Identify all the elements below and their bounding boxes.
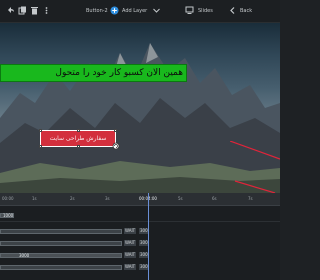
playhead[interactable] — [148, 193, 149, 280]
layer-name[interactable]: Button-2 — [86, 8, 108, 14]
timeline-clip[interactable] — [0, 241, 122, 246]
duplicate-icon[interactable] — [18, 6, 27, 15]
slide-canvas[interactable]: همین الان کسبو کار خود را متحول سفارش طر… — [0, 23, 280, 193]
slides-button[interactable]: Slides — [198, 8, 213, 14]
headline-text: همین الان کسبو کار خود را متحول — [55, 68, 183, 78]
ruler-tick: 3s — [105, 196, 110, 201]
timeline-clip[interactable] — [0, 265, 122, 270]
ruler-tick: 5s — [178, 196, 183, 201]
timeline-clip[interactable]: 3000 — [0, 253, 122, 258]
timeline-ruler[interactable]: 00:00 1s 2s 3s 00:04:00 5s 6s 7s — [0, 193, 280, 206]
back-arrow-icon[interactable] — [228, 6, 237, 15]
resize-handle[interactable] — [114, 129, 117, 132]
headline-banner[interactable]: همین الان کسبو کار خود را متحول — [0, 64, 187, 82]
slides-icon[interactable] — [185, 6, 194, 15]
back-button[interactable]: Back — [240, 8, 252, 14]
chevron-down-icon[interactable] — [152, 6, 161, 15]
timeline-panel: 00:00 1s 2s 3s 00:04:00 5s 6s 7s 1000 WA… — [0, 193, 280, 280]
delete-icon[interactable] — [30, 6, 39, 15]
ruler-tick: 2s — [70, 196, 75, 201]
wait-tag[interactable]: WAIT — [124, 240, 137, 246]
resize-handle[interactable] — [77, 145, 80, 148]
timeline-clip[interactable] — [0, 229, 122, 234]
undo-icon[interactable] — [6, 6, 15, 15]
ruler-tick: 6s — [212, 196, 217, 201]
rotate-icon[interactable] — [112, 142, 120, 150]
track-divider — [0, 221, 280, 227]
resize-handle[interactable] — [39, 145, 42, 148]
more-icon[interactable] — [42, 6, 51, 15]
guide-line-icon — [230, 141, 280, 193]
resize-handle[interactable] — [77, 129, 80, 132]
wait-tag[interactable]: WAIT — [124, 228, 137, 234]
timeline-clip[interactable]: 1000 — [0, 213, 14, 218]
order-website-button-label: سفارش طراحی سایت — [49, 135, 107, 142]
add-layer-icon[interactable] — [110, 6, 119, 15]
wait-tag[interactable]: WAIT — [124, 264, 137, 270]
clip-duration: 3000 — [19, 253, 30, 258]
add-layer-button[interactable]: Add Layer — [122, 8, 147, 14]
resize-handle[interactable] — [39, 129, 42, 132]
wait-tag[interactable]: WAIT — [124, 252, 137, 258]
ruler-tick: 1s — [32, 196, 37, 201]
ruler-tick: 00:00 — [2, 196, 14, 201]
editor-toolbar: Button-2 Add Layer Slides Back — [0, 0, 280, 23]
ruler-tick: 7s — [248, 196, 253, 201]
clip-duration: 1000 — [3, 213, 14, 218]
